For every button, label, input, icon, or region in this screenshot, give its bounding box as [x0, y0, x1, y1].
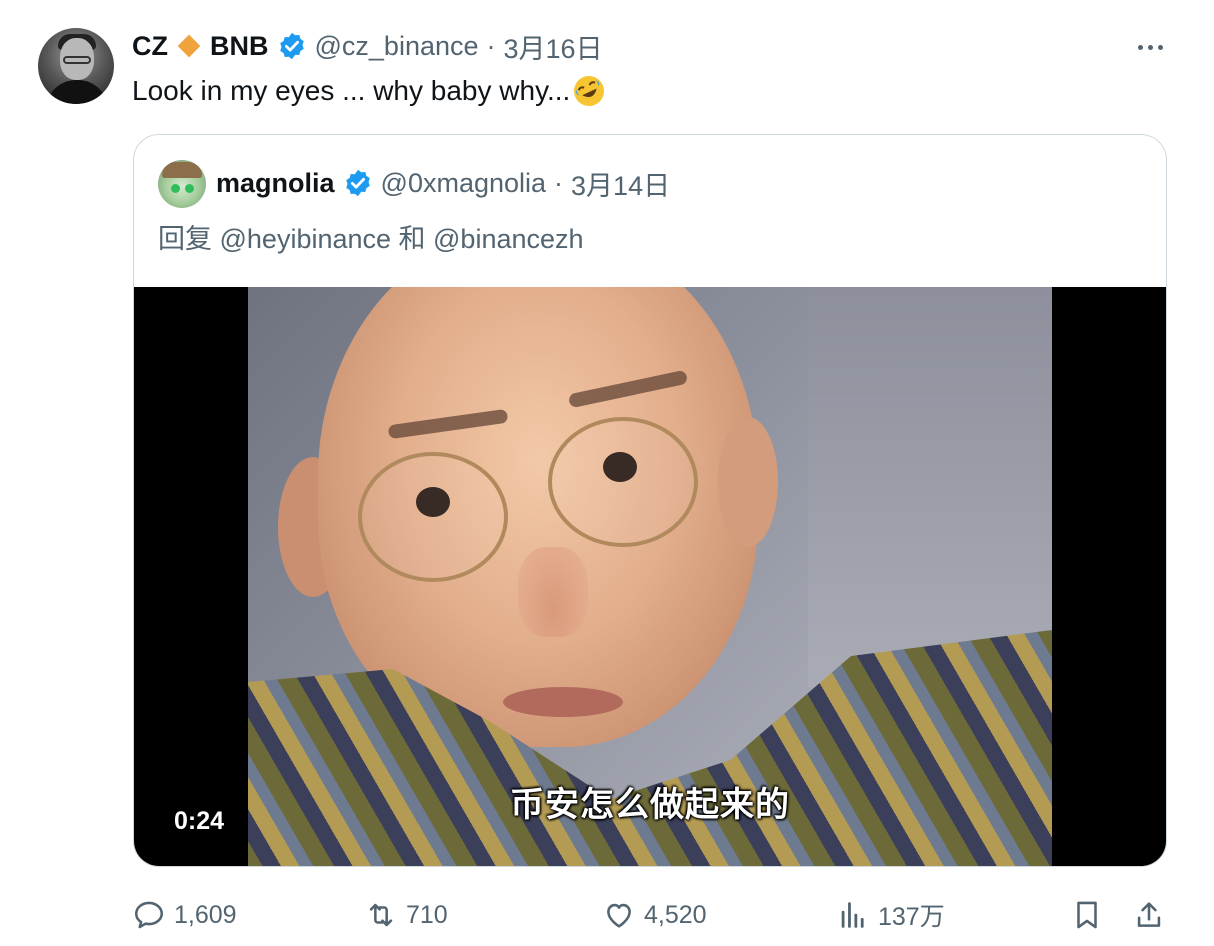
tweet-text-body: Look in my eyes ... why baby why... [132, 75, 571, 106]
quoted-reply-line: 回复 @heyibinance 和 @binancezh [158, 224, 584, 254]
bookmark-button[interactable] [1070, 893, 1104, 937]
reply-count: 1,609 [174, 900, 237, 929]
tweet-date[interactable]: 3月16日 [504, 27, 603, 66]
video-player[interactable]: 币安怎么做起来的 0:24 [134, 287, 1166, 866]
quoted-date[interactable]: 3月14日 [571, 164, 670, 203]
author-avatar[interactable] [38, 28, 114, 104]
author-display-name[interactable]: CZ [132, 31, 168, 62]
verified-icon [277, 31, 307, 61]
quoted-display-name[interactable]: magnolia [216, 168, 335, 199]
like-count: 4,520 [644, 900, 707, 929]
more-icon[interactable] [1130, 32, 1170, 62]
retweet-button[interactable]: 710 [364, 893, 448, 937]
views-icon [841, 902, 864, 928]
quoted-author-avatar[interactable] [158, 160, 206, 208]
tweet-card: CZ BNB @cz_binance · 3月16日 Look in my ey… [0, 0, 1214, 946]
reply-icon [134, 901, 164, 929]
views-button[interactable]: 137万 [836, 893, 945, 937]
video-frame: 币安怎么做起来的 [248, 287, 1052, 866]
tweet-text: Look in my eyes ... why baby why... [132, 72, 606, 110]
reply-button[interactable]: 1,609 [132, 893, 237, 937]
verified-icon [343, 168, 373, 198]
like-icon [607, 903, 631, 928]
bookmark-icon [1077, 901, 1097, 929]
tweet-header: CZ BNB @cz_binance · 3月16日 [132, 28, 603, 64]
share-button[interactable] [1132, 893, 1166, 937]
share-icon [1137, 902, 1161, 927]
video-duration: 0:24 [174, 807, 225, 835]
author-name-suffix[interactable]: BNB [210, 31, 269, 62]
bnb-diamond-icon [176, 33, 202, 59]
views-count: 137万 [878, 903, 945, 931]
header-separator: · [486, 30, 496, 61]
quoted-separator: · [554, 167, 564, 198]
quoted-tweet[interactable]: magnolia @0xmagnolia · 3月14日 回复 @heyibin… [133, 134, 1167, 867]
quoted-header: magnolia @0xmagnolia · 3月14日 [216, 163, 670, 203]
author-handle[interactable]: @cz_binance [315, 31, 479, 62]
retweet-icon [369, 903, 393, 927]
rolling-laughing-emoji-icon [572, 74, 606, 108]
quoted-handle[interactable]: @0xmagnolia [381, 168, 547, 199]
like-button[interactable]: 4,520 [602, 893, 707, 937]
video-subtitle: 币安怎么做起来的 [510, 786, 790, 824]
action-bar: 1,609 710 4,520 137万 [132, 893, 1172, 937]
retweet-count: 710 [406, 900, 448, 929]
